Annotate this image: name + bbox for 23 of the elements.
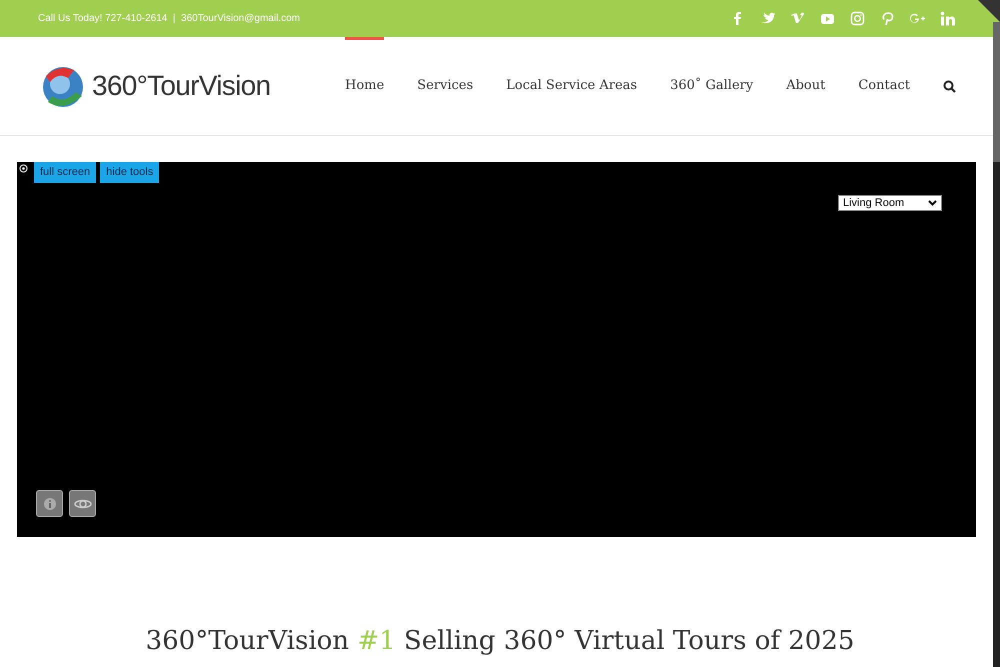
section-heading: 360°TourVision #1 Selling 360° Virtual Tours of 2025 [144,625,856,658]
chevron-down-icon [928,200,937,206]
nav-link[interactable]: About [786,37,826,135]
gyroscope-button[interactable] [69,490,96,517]
contact-info: Call Us Today! 727-410-2614 | 360TourVision@gmail.com [38,12,300,26]
search-icon[interactable] [943,80,956,92]
logo-text[interactable]: 360°TourVision [92,65,270,107]
pinterest-icon[interactable] [880,10,896,26]
info-button[interactable] [36,490,63,517]
camera-icon[interactable] [850,10,866,26]
linkedin-icon[interactable] [940,10,956,26]
nav-link[interactable]: Home [344,37,384,135]
hide-tools-button[interactable]: hide tools [100,162,160,183]
panorama-viewer[interactable]: full screen hide tools Living Room [17,162,976,537]
nav-link[interactable]: Contact [858,37,910,135]
scrollbar[interactable] [993,22,1000,667]
target-icon [19,164,28,173]
nav-link[interactable]: Local Service Areas [506,37,638,135]
nav-link[interactable]: 360˚ Gallery [670,37,754,135]
info-icon [42,496,56,510]
room-select[interactable]: Living Room [838,195,942,211]
nav-link[interactable]: Services [417,37,474,135]
fullscreen-button[interactable]: full screen [34,162,96,183]
